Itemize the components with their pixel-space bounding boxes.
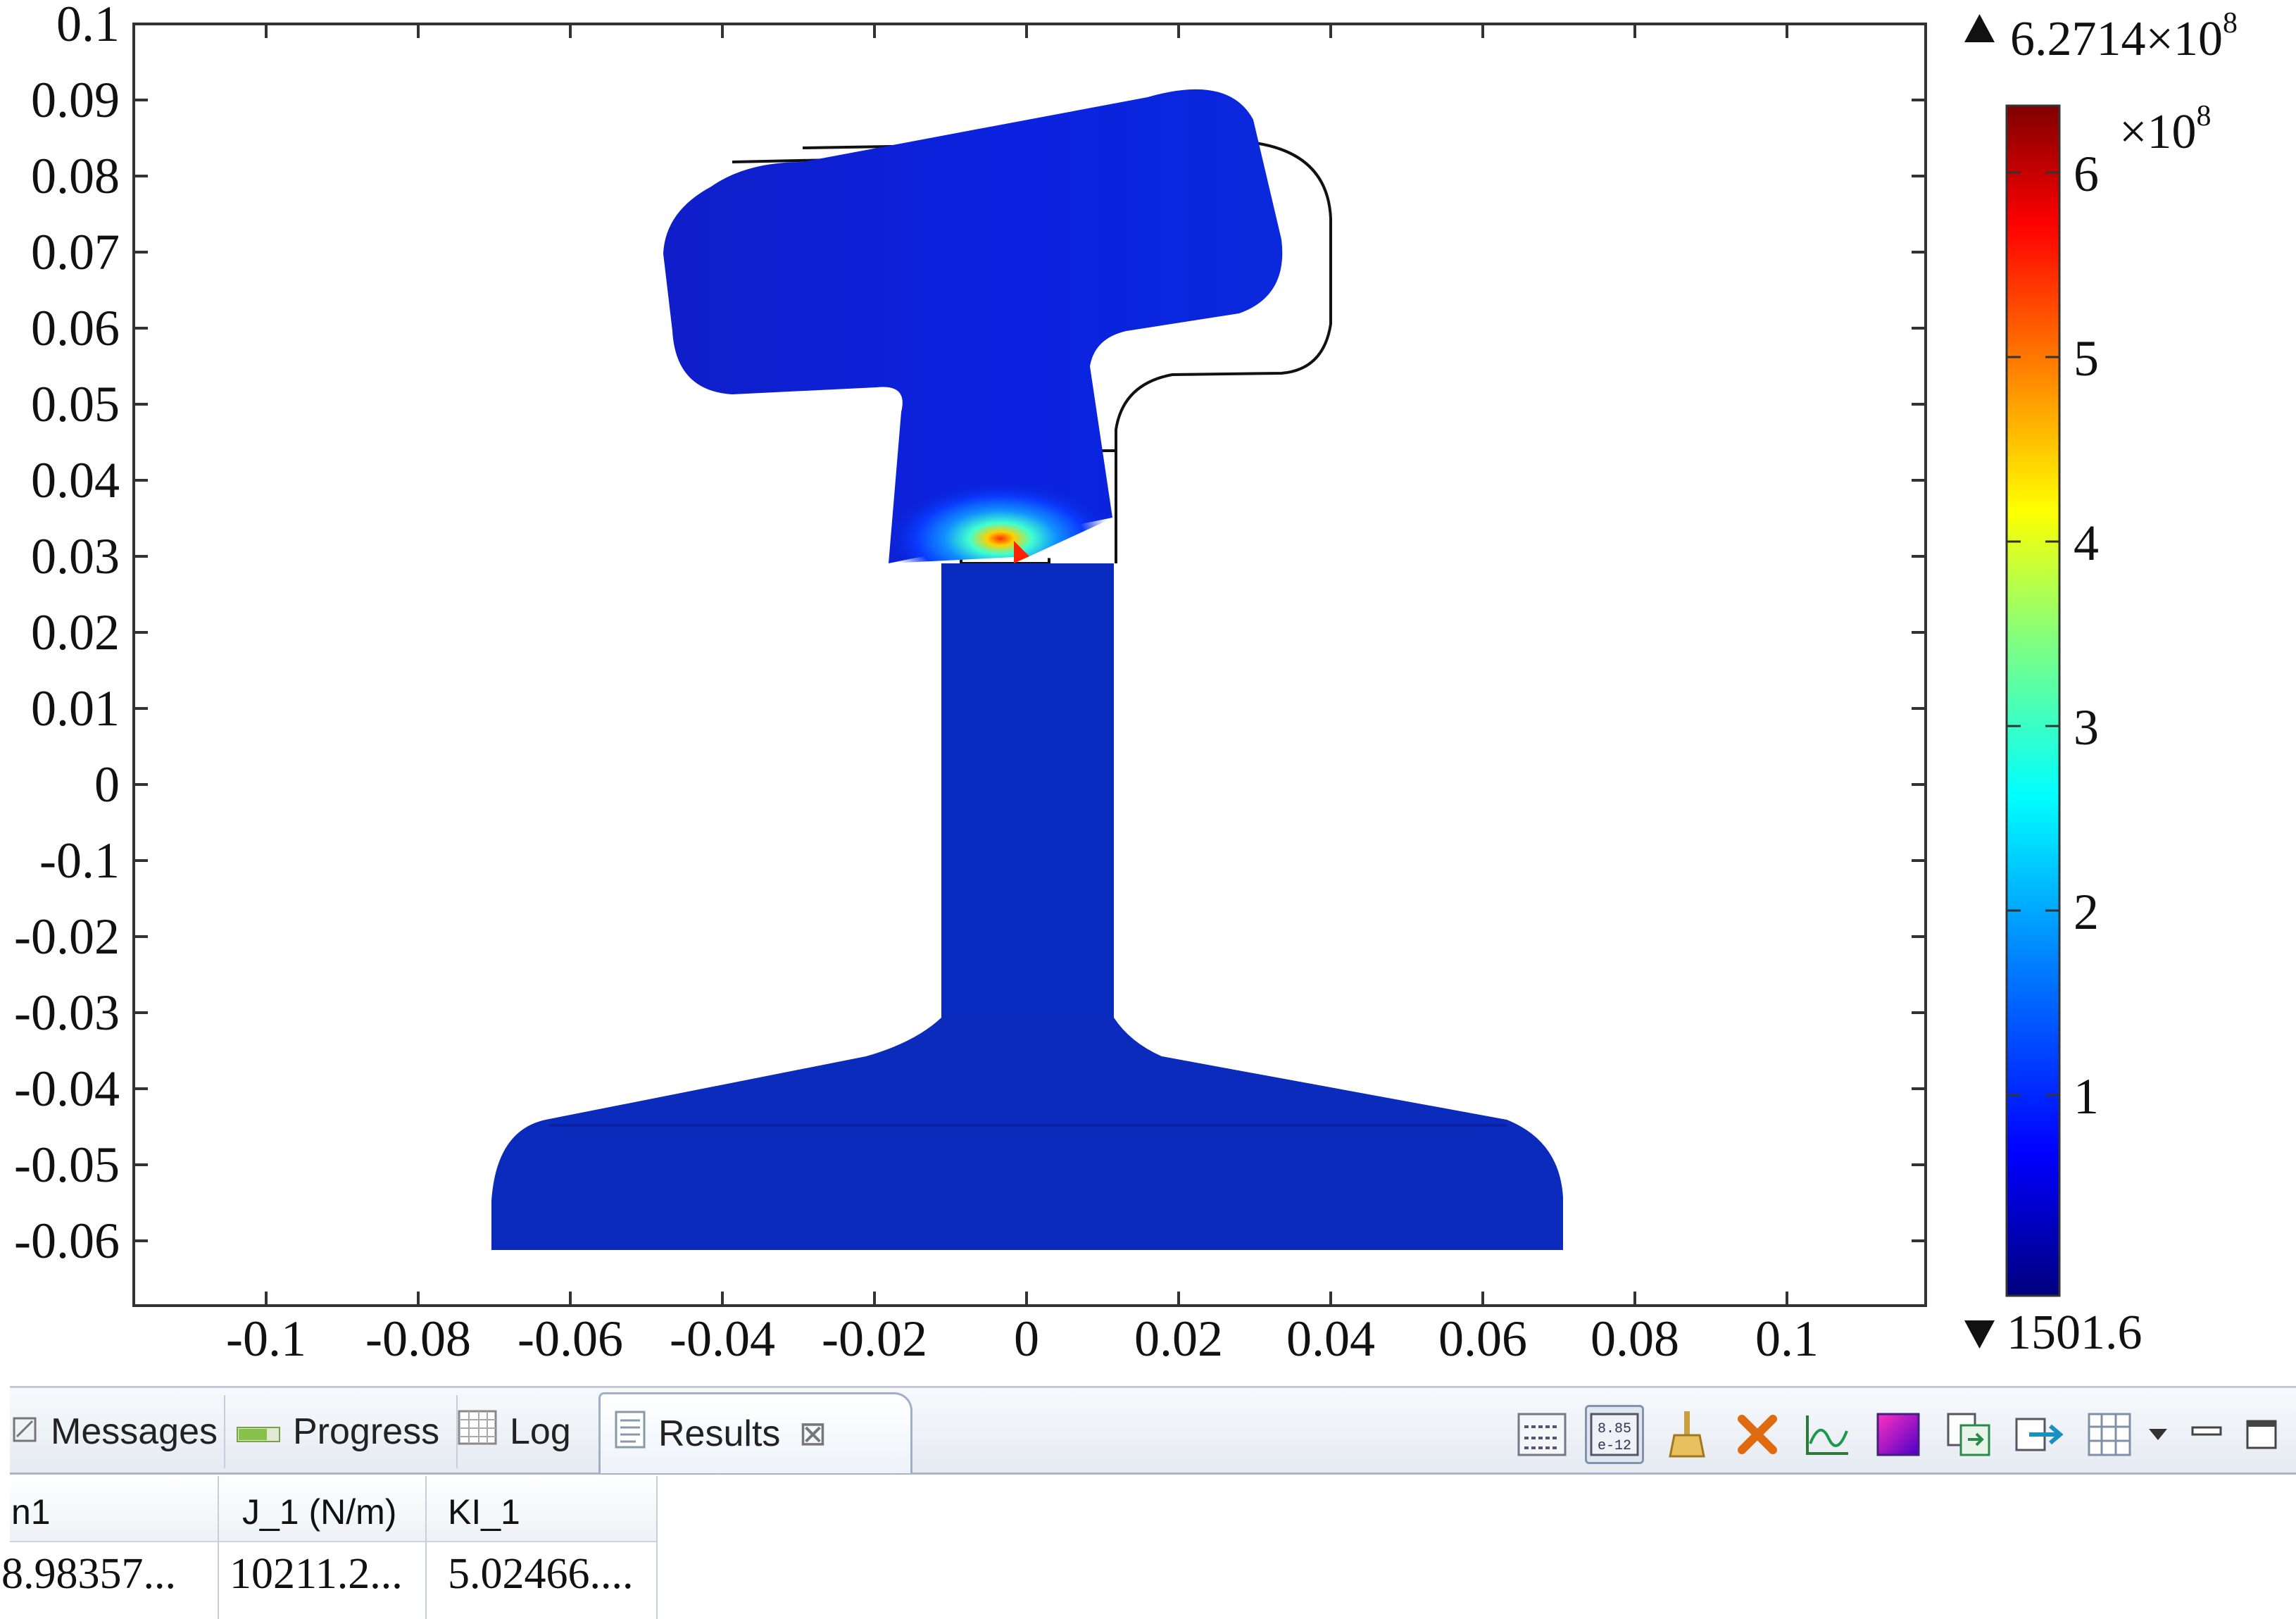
y-tick-label: -0.06: [14, 1213, 120, 1269]
colorbar-tick-label: 2: [2074, 884, 2099, 940]
dropdown-arrow-icon[interactable]: [2144, 1407, 2172, 1462]
number-format-icon[interactable]: 8.85 e-12: [1585, 1405, 1644, 1464]
tab-results[interactable]: Results ⊠: [598, 1392, 912, 1473]
max-marker-icon: [1964, 14, 1995, 42]
colorbar-tick-label: 4: [2074, 515, 2099, 571]
delete-icon[interactable]: [1730, 1407, 1785, 1462]
x-tick-label: 0.04: [1286, 1311, 1375, 1367]
colorbar-tick-label: 6: [2074, 146, 2099, 202]
colorbar-tick-label: 5: [2074, 330, 2099, 387]
y-tick-label: 0.04: [31, 452, 120, 508]
close-tab-icon[interactable]: ⊠: [798, 1414, 827, 1454]
x-tick-label: -0.06: [517, 1311, 623, 1367]
x-tick-label: 0.1: [1755, 1311, 1819, 1367]
y-tick-label: 0.01: [31, 680, 120, 737]
y-tick-label: -0.03: [14, 984, 120, 1041]
column-header-n1[interactable]: n1: [11, 1492, 51, 1532]
y-tick-label: -0.05: [14, 1137, 120, 1193]
x-tick-label: -0.02: [822, 1311, 927, 1367]
y-tick-label: 0.08: [31, 148, 120, 204]
svg-text:8.85: 8.85: [1598, 1421, 1631, 1437]
colorbar-max-label: 6.2714×108: [2010, 7, 2238, 66]
y-tick-label: -0.02: [14, 908, 120, 965]
minimize-icon[interactable]: [2188, 1407, 2227, 1462]
plot-graph-icon[interactable]: [1800, 1407, 1855, 1462]
colorbar-gradient: [2005, 104, 2061, 1297]
svg-text:e-12: e-12: [1598, 1438, 1631, 1454]
column-header-ki1[interactable]: KI_1: [448, 1492, 520, 1532]
results-toolbar: 8.85 e-12: [1499, 1401, 2282, 1468]
tab-messages[interactable]: Messages: [10, 1395, 225, 1468]
colorbar-scale-label: ×108: [2119, 100, 2211, 159]
panel-tab-bar: Messages Progress Log Results ⊠ 8.85 e-1…: [10, 1386, 2296, 1475]
x-tick-label: -0.1: [226, 1311, 306, 1367]
export-table-icon[interactable]: [2012, 1407, 2066, 1462]
table-cell-n1[interactable]: 8.98357...: [1, 1549, 213, 1599]
y-tick-label: 0.07: [31, 224, 120, 280]
x-tick-label: -0.08: [365, 1311, 471, 1367]
y-tick-label: 0.02: [31, 604, 120, 661]
table-cell-ki1[interactable]: 5.02466....: [448, 1549, 659, 1599]
x-tick-label: 0: [1014, 1311, 1039, 1367]
tab-log[interactable]: Log: [444, 1395, 607, 1468]
log-icon: [458, 1410, 497, 1454]
results-table: n1 J_1 (N/m) KI_1 8.98357... 10211.2... …: [1, 1476, 2296, 1619]
colorbar-tick-label: 3: [2074, 699, 2099, 756]
messages-icon: [13, 1411, 38, 1453]
min-marker-icon: [1964, 1320, 1995, 1349]
grid-view-icon[interactable]: [2082, 1407, 2137, 1462]
results-panel: Messages Progress Log Results ⊠ 8.85 e-1…: [1, 1380, 2296, 1619]
plot-canvas: 0.1 0.09 0.08 0.07 0.06 0.05 0.04 0.03 0.02 0.01 0…: [14, 0, 2238, 1367]
y-tick-label: -0.04: [14, 1061, 120, 1117]
y-tick-label: 0: [94, 756, 120, 813]
x-tick-label: -0.04: [670, 1311, 775, 1367]
colorbar-tick-label: 1: [2074, 1068, 2099, 1125]
table-cell-j1[interactable]: 10211.2...: [230, 1549, 427, 1599]
tab-progress[interactable]: Progress: [222, 1395, 458, 1468]
y-tick-label: 0.06: [31, 300, 120, 356]
table-settings-icon[interactable]: [1514, 1407, 1569, 1462]
results-icon: [615, 1411, 646, 1458]
y-tick-label: -0.1: [39, 832, 120, 889]
maximize-icon[interactable]: [2242, 1407, 2282, 1462]
y-tick-label: 0.03: [31, 528, 120, 585]
clear-table-icon[interactable]: [1660, 1407, 1714, 1462]
progress-icon: [237, 1411, 280, 1453]
y-tick-label: 0.09: [31, 72, 120, 128]
copy-table-icon[interactable]: [1941, 1407, 1996, 1462]
column-header-j1[interactable]: J_1 (N/m): [242, 1492, 396, 1532]
x-tick-label: 0.08: [1591, 1311, 1679, 1367]
colorbar-min-label: 1501.6: [2007, 1306, 2143, 1360]
color-table-icon[interactable]: [1871, 1407, 1926, 1462]
column-divider[interactable]: [218, 1476, 219, 1619]
deformed-rail-shape: [491, 89, 1563, 1250]
y-tick-label: 0.1: [56, 0, 120, 52]
y-tick-label: 0.05: [31, 376, 120, 432]
x-tick-label: 0.06: [1438, 1311, 1527, 1367]
x-tick-label: 0.02: [1134, 1311, 1223, 1367]
